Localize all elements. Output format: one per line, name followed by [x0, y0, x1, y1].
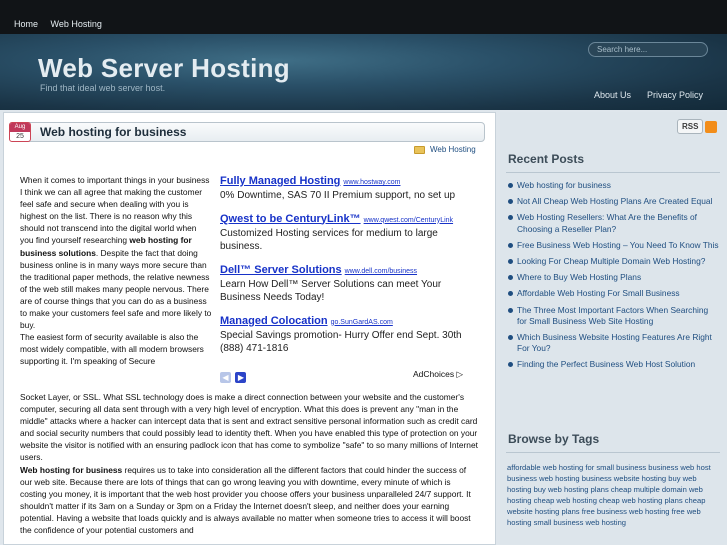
- ad-next-icon[interactable]: ▶: [235, 372, 247, 383]
- folder-icon: [414, 145, 425, 154]
- para2-text-a: The easiest form of security available i…: [20, 332, 204, 367]
- divider: [506, 452, 720, 453]
- para3-text: requires us to take into consideration a…: [20, 464, 471, 536]
- para3: Web hosting for business requires us to …: [20, 464, 478, 537]
- category-label[interactable]: Web Hosting: [430, 145, 476, 154]
- ad-prev-icon[interactable]: ◀: [220, 372, 231, 383]
- nav-about-us[interactable]: About Us: [594, 90, 631, 100]
- recent-post-item[interactable]: Finding the Perfect Business Web Host So…: [508, 359, 720, 370]
- adchoices-label[interactable]: AdChoices: [413, 369, 454, 379]
- recent-post-item[interactable]: The Three Most Important Factors When Se…: [508, 305, 720, 327]
- intro-text-b: . Despite the fact that doing business o…: [20, 247, 212, 331]
- ad-title[interactable]: Fully Managed Hosting: [220, 175, 340, 187]
- recent-post-item[interactable]: Which Business Website Hosting Features …: [508, 332, 720, 354]
- ad-url[interactable]: www.qwest.com/CenturyLink: [364, 217, 453, 224]
- sidebar: RSS Recent Posts Web hosting for busines…: [500, 112, 727, 545]
- ad-title[interactable]: Dell™ Server Solutions: [220, 264, 342, 276]
- ad-url[interactable]: www.hostway.com: [343, 179, 400, 186]
- ad-text: Special Savings promotion- Hurry Offer e…: [220, 329, 462, 355]
- date-day: 25: [16, 133, 24, 140]
- recent-post-item[interactable]: Web Hosting Resellers: What Are the Bene…: [508, 212, 720, 234]
- rss-label[interactable]: RSS: [677, 119, 704, 134]
- rss-link[interactable]: RSS: [677, 119, 718, 134]
- recent-posts-list: Web hosting for business Not All Cheap W…: [508, 180, 720, 376]
- post-body-intro: When it comes to important things in you…: [20, 174, 212, 368]
- ad-text: Learn How Dell™ Server Solutions can mee…: [220, 278, 442, 304]
- ad-controls: ◀ ▶: [220, 367, 247, 385]
- search-input[interactable]: Search here...: [588, 42, 708, 57]
- adchoices-icon: ▷: [456, 369, 464, 379]
- top-bar: Home Web Hosting: [0, 0, 727, 34]
- post-title[interactable]: Web hosting for business: [40, 125, 186, 139]
- ad-title[interactable]: Qwest to be CenturyLink™: [220, 213, 361, 225]
- recent-posts-heading: Recent Posts: [508, 152, 585, 166]
- recent-post-item[interactable]: Web hosting for business: [508, 180, 720, 191]
- top-nav: Home Web Hosting: [14, 19, 112, 29]
- ad-url[interactable]: go.SunGardAS.com: [331, 319, 393, 326]
- date-badge: Aug 25: [9, 122, 31, 142]
- browse-tags-heading: Browse by Tags: [508, 432, 600, 446]
- ad-title[interactable]: Managed Colocation: [220, 315, 328, 327]
- tag-cloud[interactable]: affordable web hosting for small busines…: [507, 462, 721, 528]
- para3-bold: Web hosting for business: [20, 464, 123, 475]
- site-title[interactable]: Web Server Hosting: [38, 53, 290, 84]
- ad-text: 0% Downtime, SAS 70 II Premium support, …: [220, 190, 456, 201]
- date-month: Aug: [10, 123, 30, 132]
- site-header: Web Server Hosting Find that ideal web s…: [0, 34, 727, 110]
- recent-post-item[interactable]: Free Business Web Hosting – You Need To …: [508, 240, 720, 251]
- rss-icon[interactable]: [705, 120, 718, 133]
- adchoices-link[interactable]: AdChoices ▷: [413, 369, 463, 380]
- ad-text: Customized Hosting services for medium t…: [220, 227, 438, 253]
- ad-item[interactable]: Fully Managed Hosting www.hostway.com 0% …: [220, 171, 470, 203]
- nav-privacy-policy[interactable]: Privacy Policy: [647, 90, 703, 100]
- post-body-main: Socket Layer, or SSL. What SSL technolog…: [20, 391, 478, 536]
- recent-post-item[interactable]: Where to Buy Web Hosting Plans: [508, 272, 720, 283]
- ad-url[interactable]: www.dell.com/business: [345, 268, 417, 275]
- ad-item[interactable]: Dell™ Server Solutions www.dell.com/busin…: [220, 260, 470, 305]
- topnav-home[interactable]: Home: [14, 19, 38, 29]
- divider: [506, 172, 720, 173]
- site-tagline: Find that ideal web server host.: [40, 83, 166, 93]
- ad-item[interactable]: Qwest to be CenturyLink™ www.qwest.com/Ce…: [220, 209, 470, 254]
- recent-post-item[interactable]: Not All Cheap Web Hosting Plans Are Crea…: [508, 196, 720, 207]
- post-content: Aug 25 Web hosting for business Web Host…: [3, 112, 496, 545]
- para2-text-b: Socket Layer, or SSL. What SSL technolog…: [20, 392, 478, 463]
- ad-item[interactable]: Managed Colocation go.SunGardAS.com Speci…: [220, 311, 470, 356]
- post-category[interactable]: Web Hosting: [414, 145, 476, 154]
- recent-post-item[interactable]: Looking For Cheap Multiple Domain Web Ho…: [508, 256, 720, 267]
- recent-post-item[interactable]: Affordable Web Hosting For Small Busines…: [508, 288, 720, 299]
- topnav-web-hosting[interactable]: Web Hosting: [51, 19, 102, 29]
- ad-block: Fully Managed Hosting www.hostway.com 0% …: [220, 171, 470, 362]
